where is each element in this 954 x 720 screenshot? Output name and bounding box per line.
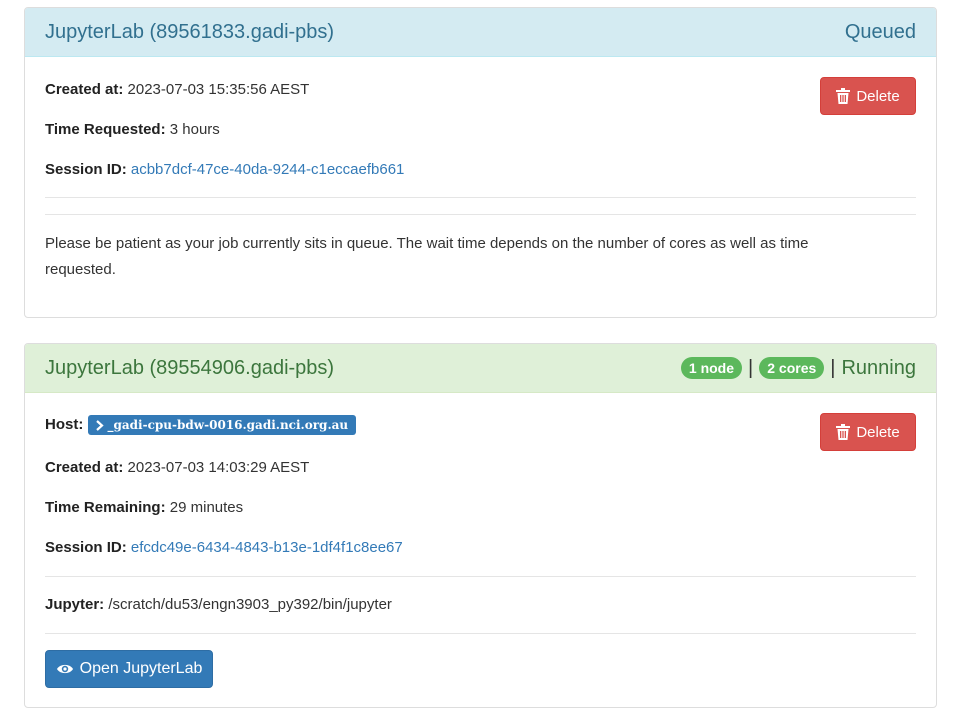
session-id-link[interactable]: efcdc49e-6434-4843-b13e-1df4f1c8ee67 bbox=[131, 539, 403, 556]
time-remaining-row: Time Remaining: 29 minutes bbox=[45, 499, 243, 516]
separator: | bbox=[748, 356, 754, 379]
card-title: JupyterLab (89554906.gadi-pbs) bbox=[45, 356, 335, 379]
divider bbox=[45, 633, 916, 634]
delete-label: Delete bbox=[856, 87, 900, 105]
status-group: 1 node | 2 cores | Running bbox=[680, 356, 916, 380]
separator: | bbox=[830, 356, 836, 379]
jupyter-row: Jupyter: /scratch/du53/engn3903_py392/bi… bbox=[45, 596, 392, 613]
host-value: _gadi-cpu-bdw-0016.gadi.nci.org.au bbox=[107, 418, 349, 432]
terminal-icon bbox=[95, 419, 104, 431]
created-row: Created at: 2023-07-03 15:35:56 AEST bbox=[45, 81, 309, 98]
created-row: Created at: 2023-07-03 14:03:29 AEST bbox=[45, 459, 309, 476]
session-id-row: Session ID: acbb7dcf-47ce-40da-9244-c1ec… bbox=[45, 161, 404, 178]
created-value: 2023-07-03 14:03:29 AEST bbox=[127, 459, 310, 476]
delete-button[interactable]: Delete bbox=[820, 77, 916, 115]
time-remaining-label: Time Remaining: bbox=[45, 499, 166, 516]
status-text: Queued bbox=[844, 20, 916, 43]
created-label: Created at: bbox=[45, 459, 124, 476]
trash-icon bbox=[836, 424, 851, 440]
session-id-link[interactable]: acbb7dcf-47ce-40da-9244-c1eccaefb661 bbox=[131, 161, 405, 178]
session-card-running: JupyterLab (89554906.gadi-pbs) 1 node | … bbox=[24, 343, 937, 708]
eye-icon bbox=[56, 664, 73, 674]
time-remaining-value: 29 minutes bbox=[169, 499, 244, 516]
host-row: Host: _gadi-cpu-bdw-0016.gadi.nci.org.au bbox=[45, 415, 357, 435]
host-label: Host: bbox=[45, 415, 84, 433]
session-id-row: Session ID: efcdc49e-6434-4843-b13e-1df4… bbox=[45, 539, 403, 556]
queue-message: Please be patient as your job currently … bbox=[45, 235, 809, 278]
open-label: Open JupyterLab bbox=[79, 660, 203, 677]
card-header: JupyterLab (89554906.gadi-pbs) 1 node | … bbox=[25, 344, 936, 393]
divider bbox=[45, 214, 916, 215]
status-text: Running bbox=[841, 356, 916, 379]
delete-button[interactable]: Delete bbox=[820, 413, 916, 451]
card-title: JupyterLab (89561833.gadi-pbs) bbox=[45, 20, 335, 43]
open-jupyterlab-button[interactable]: Open JupyterLab bbox=[45, 650, 213, 688]
jupyter-label: Jupyter: bbox=[45, 596, 105, 613]
divider bbox=[45, 576, 916, 577]
session-id-label: Session ID: bbox=[45, 161, 127, 178]
delete-label: Delete bbox=[856, 423, 900, 441]
session-id-label: Session ID: bbox=[45, 539, 127, 556]
cores-badge: 2 cores bbox=[759, 357, 825, 379]
time-requested-label: Time Requested: bbox=[45, 121, 166, 138]
time-requested-value: 3 hours bbox=[169, 121, 220, 138]
host-link-badge[interactable]: _gadi-cpu-bdw-0016.gadi.nci.org.au bbox=[87, 415, 357, 435]
trash-icon bbox=[836, 88, 851, 104]
session-card-queued: JupyterLab (89561833.gadi-pbs) Queued De… bbox=[24, 7, 937, 318]
jupyter-path: /scratch/du53/engn3903_py392/bin/jupyter bbox=[108, 596, 392, 613]
nodes-badge: 1 node bbox=[680, 357, 743, 379]
time-requested-row: Time Requested: 3 hours bbox=[45, 121, 220, 138]
created-value: 2023-07-03 15:35:56 AEST bbox=[127, 81, 310, 98]
card-header: JupyterLab (89561833.gadi-pbs) Queued bbox=[25, 8, 936, 57]
created-label: Created at: bbox=[45, 81, 124, 98]
divider bbox=[45, 197, 916, 198]
